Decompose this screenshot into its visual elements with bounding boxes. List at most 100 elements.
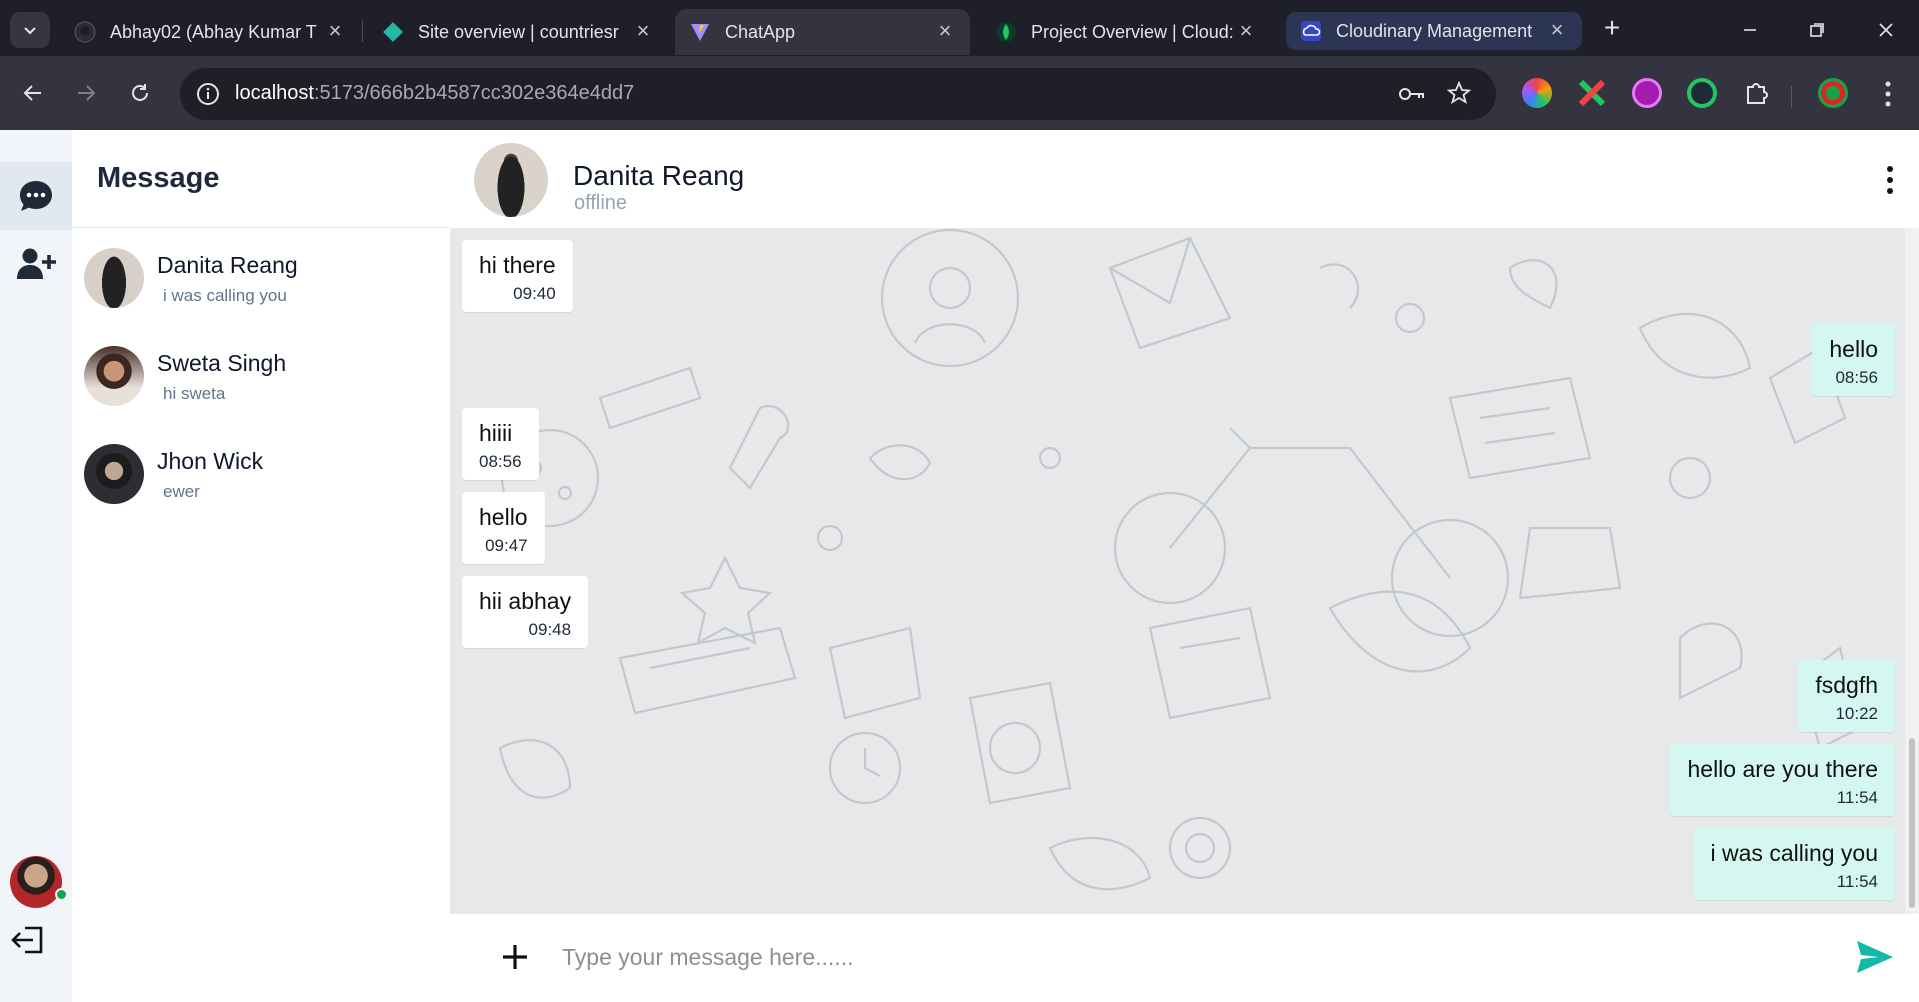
message-text: hello	[1829, 336, 1878, 362]
message-text: hello are you there	[1687, 756, 1878, 782]
extension-mask-icon[interactable]	[1632, 78, 1662, 108]
star-icon[interactable]	[1447, 81, 1471, 105]
url-host: localhost	[235, 82, 314, 104]
contact-name: Danita Reang	[157, 252, 298, 278]
key-icon[interactable]	[1398, 83, 1426, 105]
tab-close-icon[interactable]: ×	[1235, 20, 1257, 43]
restore-button[interactable]	[1797, 12, 1837, 48]
back-button[interactable]	[14, 74, 52, 112]
message-bubble-outgoing: hello 08:56	[1812, 324, 1895, 396]
reload-icon	[132, 84, 148, 101]
forward-button[interactable]	[67, 74, 105, 112]
chat-partner-name: Danita Reang	[573, 160, 745, 191]
contact-last-message: i was calling you	[163, 286, 287, 305]
chat-app: Message Danita Reang i was calling you S…	[0, 130, 1919, 1002]
tab-title: Site overview | countriesr	[418, 21, 619, 42]
scrollbar-thumb[interactable]	[1909, 738, 1915, 908]
profile-avatar-icon[interactable]	[1818, 78, 1848, 108]
github-icon	[74, 21, 96, 43]
vite-icon	[691, 24, 709, 41]
avatar	[84, 444, 144, 504]
cloudinary-icon	[1301, 21, 1321, 41]
message-time: 08:56	[479, 452, 522, 471]
sidebar-title: Message	[97, 162, 220, 194]
extension-target-icon[interactable]	[1687, 78, 1717, 108]
chat-header: Danita Reang offline	[450, 130, 1919, 228]
browser-toolbar: localhost:5173/666b2b4587cc302e364e4dd7	[0, 56, 1919, 130]
minimize-icon	[1744, 29, 1756, 31]
tab-close-icon[interactable]: ×	[1546, 19, 1568, 42]
message-bubble-outgoing: fsdgfh 10:22	[1798, 660, 1895, 732]
attach-button[interactable]	[490, 932, 540, 982]
logout-button[interactable]	[8, 920, 48, 960]
message-text: hello	[479, 504, 528, 530]
message-text: hii abhay	[479, 588, 572, 614]
add-friend-button[interactable]	[0, 230, 72, 298]
contact-item-sweta[interactable]: Sweta Singh hi sweta	[72, 326, 450, 424]
browser-tab-chatapp[interactable]: ChatApp ×	[675, 9, 970, 55]
chats-nav-button[interactable]	[0, 162, 72, 230]
message-text: hi there	[479, 252, 556, 278]
message-time: 08:56	[1835, 368, 1878, 387]
message-text: hiiii	[479, 420, 513, 446]
message-time: 09:40	[513, 284, 556, 303]
message-bubble-incoming: hiiii 08:56	[462, 408, 539, 480]
new-tab-button[interactable]: +	[1597, 14, 1627, 44]
mongodb-icon	[996, 22, 1016, 42]
site-info-icon[interactable]	[196, 82, 220, 106]
extension-color-icon[interactable]	[1522, 78, 1552, 108]
tab-title: Cloudinary Management	[1336, 20, 1533, 41]
message-time: 11:54	[1836, 788, 1878, 807]
message-input[interactable]	[562, 932, 1742, 982]
add-user-icon	[17, 248, 56, 279]
message-time: 09:48	[528, 620, 572, 639]
extension-x-icon[interactable]	[1577, 78, 1607, 108]
message-list: hi there 09:40 hello 08:56 hiiii 08:56 h…	[450, 228, 1905, 914]
browser-tab-cloudinary[interactable]: Cloudinary Management ×	[1286, 12, 1582, 50]
contact-name: Sweta Singh	[157, 350, 287, 376]
message-time: 11:54	[1836, 872, 1878, 891]
contact-name: Jhon Wick	[157, 448, 264, 474]
sidebar-header: Message	[72, 130, 450, 228]
contact-last-message: hi sweta	[163, 384, 226, 403]
chevron-down-icon	[24, 27, 36, 35]
close-icon	[1879, 23, 1893, 37]
chat-partner-status: offline	[574, 192, 628, 214]
contact-item-jhon[interactable]: Jhon Wick ewer	[72, 424, 450, 522]
tab-close-icon[interactable]: ×	[324, 20, 346, 43]
nav-rail	[0, 130, 72, 1002]
tab-close-icon[interactable]: ×	[934, 20, 956, 43]
avatar	[84, 346, 144, 406]
send-icon	[1857, 941, 1893, 973]
browser-tab-netlify[interactable]: Site overview | countriesr ×	[368, 9, 668, 55]
message-text: fsdgfh	[1815, 672, 1878, 698]
address-bar[interactable]: localhost:5173/666b2b4587cc302e364e4dd7	[180, 68, 1496, 120]
message-bubble-outgoing: i was calling you 11:54	[1693, 828, 1895, 900]
current-user-avatar[interactable]	[10, 856, 62, 908]
chat-options-button[interactable]	[1875, 162, 1905, 198]
browser-tab-github[interactable]: Abhay02 (Abhay Kumar T ×	[60, 9, 360, 55]
message-bubble-incoming: hii abhay 09:48	[462, 576, 589, 648]
message-bubble-incoming: hello 09:47	[462, 492, 545, 564]
puzzle-icon[interactable]	[1742, 78, 1772, 108]
url-path: :5173/666b2b4587cc302e364e4dd7	[313, 82, 635, 104]
close-window-button[interactable]	[1866, 12, 1906, 48]
restore-icon	[1810, 23, 1824, 37]
message-scrollbar[interactable]	[1905, 228, 1919, 914]
tab-close-icon[interactable]: ×	[632, 20, 654, 43]
message-bubble-outgoing: hello are you there 11:54	[1670, 744, 1895, 816]
message-composer	[450, 914, 1919, 1002]
tab-search-button[interactable]	[10, 12, 50, 48]
contact-item-danita[interactable]: Danita Reang i was calling you	[72, 228, 450, 326]
contact-last-message: ewer	[163, 482, 200, 501]
send-button[interactable]	[1850, 932, 1900, 982]
arrow-left-icon	[23, 85, 41, 101]
message-bubble-incoming: hi there 09:40	[462, 240, 573, 312]
browser-tab-mongodb[interactable]: Project Overview | Cloud: ×	[981, 9, 1271, 55]
reload-button[interactable]	[121, 74, 159, 112]
more-menu-icon[interactable]	[1878, 80, 1898, 108]
arrow-right-icon	[78, 85, 96, 101]
chat-partner-avatar[interactable]	[474, 143, 548, 217]
minimize-button[interactable]	[1730, 12, 1770, 48]
avatar	[84, 248, 144, 308]
